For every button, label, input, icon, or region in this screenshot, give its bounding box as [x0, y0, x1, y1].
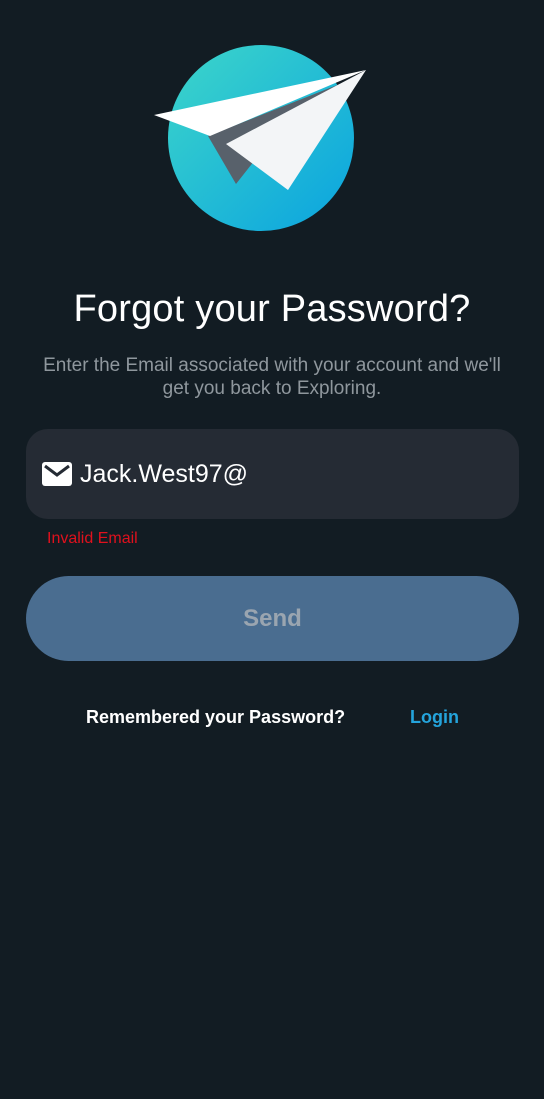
- paper-plane-logo-icon: [154, 45, 366, 231]
- page-title: Forgot your Password?: [73, 288, 471, 330]
- page-subtitle: Enter the Email associated with your acc…: [43, 355, 501, 399]
- email-input[interactable]: Jack.West97@: [80, 460, 500, 489]
- remembered-password-text: Remembered your Password?: [86, 707, 346, 727]
- mail-icon: [42, 462, 72, 486]
- send-button[interactable]: Send: [26, 576, 519, 661]
- email-field[interactable]: Jack.West97@: [26, 429, 519, 519]
- email-error-text: Invalid Email: [47, 530, 138, 547]
- login-link[interactable]: Login: [410, 707, 459, 728]
